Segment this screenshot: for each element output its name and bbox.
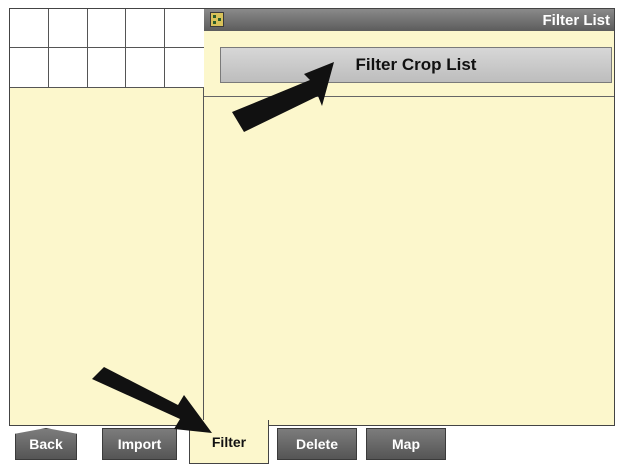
grid-cell[interactable] [165,9,204,48]
display-screen: Filter List Filter Crop List [9,8,615,426]
grid-cell[interactable] [49,48,88,87]
app-icon [210,12,224,27]
delete-button[interactable]: Delete [277,428,357,460]
back-button[interactable]: Back [15,428,77,460]
filter-tab-button[interactable]: Filter [189,420,269,464]
grid-cell[interactable] [165,48,204,87]
title-bar: Filter List [204,9,614,31]
divider [204,96,614,97]
filter-crop-list-button[interactable]: Filter Crop List [220,47,612,83]
import-button[interactable]: Import [102,428,177,460]
grid-cell[interactable] [10,9,49,48]
map-button[interactable]: Map [366,428,446,460]
grid-cell[interactable] [126,9,166,48]
grid-cell[interactable] [126,48,166,87]
grid-cell[interactable] [10,48,49,87]
grid-cell[interactable] [87,9,127,48]
page-title: Filter List [542,11,610,29]
grid-cell[interactable] [88,48,127,87]
shortcut-grid [10,9,204,88]
softkey-bar: Back Import Filter Delete Map [9,420,615,464]
grid-cell[interactable] [48,9,88,48]
